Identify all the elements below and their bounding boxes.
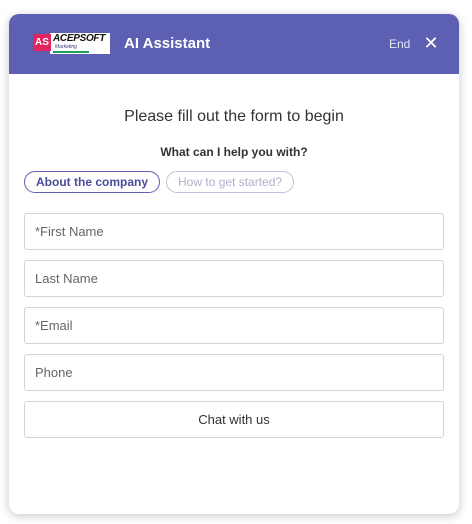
- chat-with-us-button[interactable]: Chat with us: [24, 401, 444, 438]
- topic-about-company[interactable]: About the company: [24, 171, 161, 193]
- logo-subtitle: Marketing: [55, 44, 77, 50]
- chat-widget: AS ACEPSOFT Marketing AI Assistant End ✕…: [9, 14, 459, 514]
- end-chat-button[interactable]: End: [389, 36, 410, 52]
- logo-name: ACEPSOFT: [53, 33, 106, 44]
- email-input[interactable]: [25, 308, 443, 343]
- first-name-input[interactable]: [25, 214, 443, 249]
- email-field: [24, 307, 444, 344]
- last-name-field: [24, 260, 444, 297]
- phone-input[interactable]: [25, 355, 443, 390]
- logo-underline: [53, 51, 89, 53]
- last-name-input[interactable]: [25, 261, 443, 296]
- close-icon[interactable]: ✕: [423, 34, 439, 52]
- form-heading: Please fill out the form to begin: [124, 108, 344, 125]
- logo-badge: AS: [33, 34, 51, 51]
- chat-title: AI Assistant: [124, 35, 211, 52]
- chat-header: AS ACEPSOFT Marketing AI Assistant End ✕: [9, 14, 459, 74]
- help-question: What can I help you with?: [160, 145, 308, 159]
- topic-how-to-get-started[interactable]: How to get started?: [166, 171, 295, 193]
- phone-field: [24, 354, 444, 391]
- acepsoft-logo: AS ACEPSOFT Marketing: [33, 33, 110, 55]
- first-name-field: [24, 213, 444, 250]
- topic-chips: About the company How to get started?: [24, 171, 295, 193]
